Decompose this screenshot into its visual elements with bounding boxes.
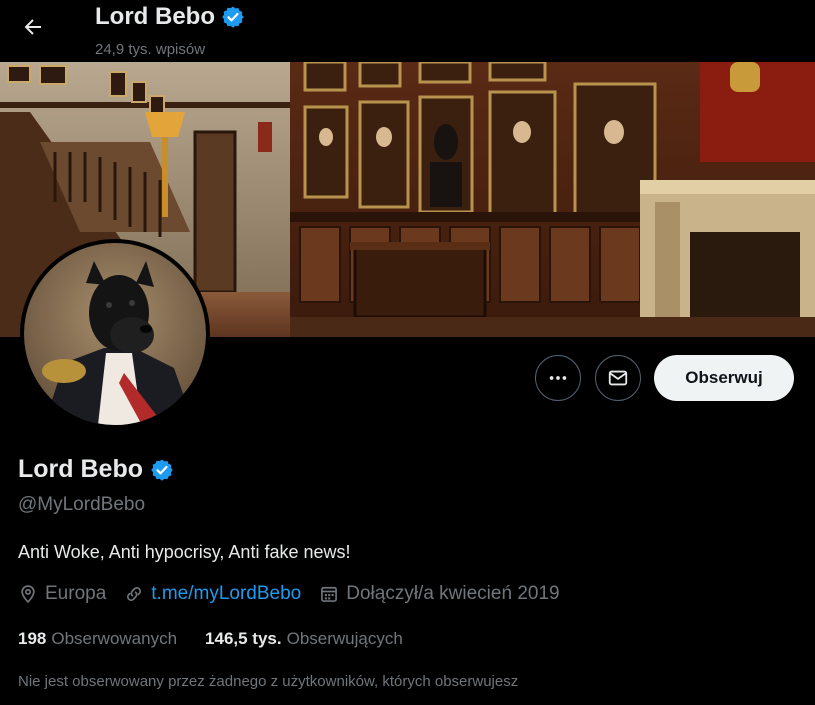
follow-button[interactable]: Obserwuj [654,355,794,401]
joined-text: Dołączył/a kwiecień 2019 [346,583,560,604]
more-options-button[interactable] [535,355,581,401]
followed-by-notice: Nie jest obserwowany przez żadnego z uży… [18,673,519,690]
profile-display-name: Lord Bebo [18,455,143,483]
more-dots-icon [549,376,567,380]
followers-link[interactable]: 146,5 tys. Obserwujących [205,629,403,649]
followers-label: Obserwujących [286,629,403,648]
website-link[interactable]: t.me/myLordBebo [151,583,301,605]
link-icon [127,587,142,601]
back-button[interactable] [16,10,50,44]
profile-handle: @MyLordBebo [18,494,146,515]
verified-badge-icon [222,6,244,28]
header-name: Lord Bebo [95,3,215,30]
posts-count: 24,9 tys. wpisów [95,41,206,58]
profile-joined: Dołączył/a kwiecień 2019 [319,583,560,605]
verified-badge-icon[interactable] [150,458,174,482]
following-count: 198 [18,629,47,648]
profile-location: Europa [18,583,106,605]
profile-avatar[interactable] [20,239,210,429]
arrow-left-icon [24,19,41,35]
location-pin-icon [21,585,35,604]
follow-stats: 198 Obserwowanych 146,5 tys. Obserwujących [18,629,431,649]
envelope-icon [608,370,628,386]
header-title: Lord Bebo [95,3,245,31]
profile-name-row: Lord Bebo [18,455,174,484]
avatar-image [24,243,206,425]
message-button[interactable] [595,355,641,401]
calendar-icon [321,586,338,602]
profile-bio: Anti Woke, Anti hypocrisy, Anti fake new… [18,542,351,562]
following-label: Obserwowanych [51,629,178,648]
followers-count: 146,5 tys. [205,629,282,648]
following-link[interactable]: 198 Obserwowanych [18,629,177,649]
profile-website: t.me/myLordBebo [124,583,301,605]
location-text: Europa [45,583,107,604]
top-bar: Lord Bebo 24,9 tys. wpisów [0,0,815,62]
profile-meta: Europa t.me/myLordBebo Dołączył/a kwieci… [18,583,578,605]
